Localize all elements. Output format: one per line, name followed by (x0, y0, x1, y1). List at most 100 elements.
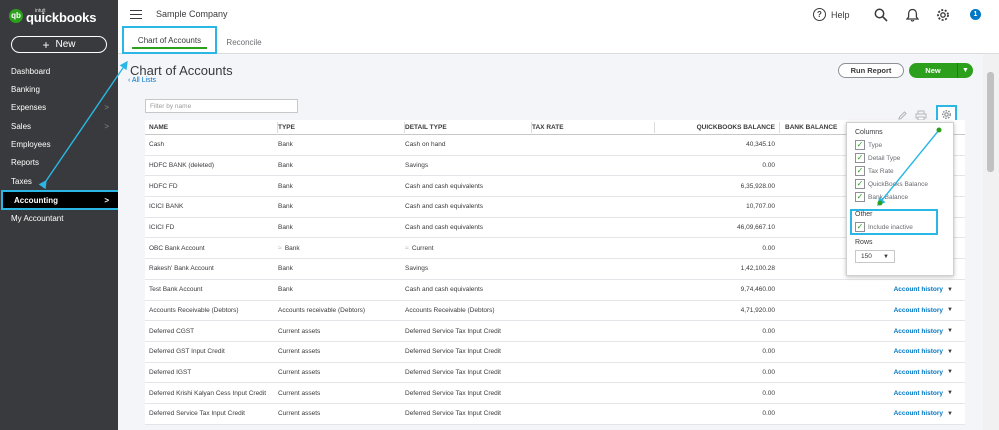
column-header[interactable]: BANK BALANCE (785, 120, 845, 134)
sidebar-item-employees[interactable]: Employees (0, 135, 118, 153)
sidebar-new-button[interactable]: + New (11, 36, 107, 53)
column-header[interactable]: TAX RATE (531, 120, 654, 134)
new-account-button[interactable]: New ▼ (909, 63, 973, 78)
account-history-link[interactable]: Account history ▼ (845, 404, 965, 424)
sidebar-item-reports[interactable]: Reports (0, 153, 118, 171)
column-option[interactable]: ✓ Type (855, 140, 882, 150)
top-bar: Sample Company ? Help 1 (118, 0, 999, 30)
tax-rate (531, 342, 654, 362)
sidebar-item-label: Dashboard (11, 66, 51, 76)
column-header[interactable]: TYPE (277, 120, 404, 134)
table-row[interactable]: Deferred GST Input Credit Current assets D… (145, 342, 965, 363)
brand-logo[interactable]: qb intuit quickbooks (9, 6, 96, 25)
account-history-link[interactable]: Account history ▼ (845, 321, 965, 341)
sidebar-item-my-accountant[interactable]: My Accountant (0, 209, 118, 227)
table-row[interactable]: Accounts Receivable (Debtors) Accounts re… (145, 301, 965, 322)
action-dropdown-icon[interactable]: ▼ (947, 287, 953, 293)
column-checkbox[interactable]: ✓ (855, 140, 865, 150)
tab-reconcile[interactable]: Reconcile (222, 30, 266, 54)
hamburger-menu-icon[interactable] (130, 10, 142, 19)
include-inactive-checkbox[interactable]: ✓ (855, 222, 865, 232)
column-checkbox[interactable]: ✓ (855, 192, 865, 202)
account-type: Bank (277, 259, 404, 279)
run-report-button[interactable]: Run Report (838, 63, 904, 78)
account-type: Current assets (277, 363, 404, 383)
quickbooks-balance: 0.00 (654, 321, 779, 341)
account-name-text: Deferred Krishi Kalyan Cess Input Credit (149, 389, 267, 397)
account-history-link[interactable]: Account history ▼ (845, 301, 965, 321)
quickbooks-balance: 0.00 (654, 238, 779, 258)
column-checkbox[interactable]: ✓ (855, 153, 865, 163)
detail-type-text: Cash and cash equivalents (405, 224, 484, 232)
column-header[interactable]: QUICKBOOKS BALANCE (654, 120, 779, 134)
table-row[interactable]: Deferred Krishi Kalyan Cess Input Credit… (145, 383, 965, 404)
account-name-text: Deferred CGST (149, 327, 195, 335)
table-row[interactable]: HDFC BANK (deleted) Bank Savings 0.00 (145, 156, 965, 177)
column-divider[interactable] (531, 122, 532, 133)
sidebar-item-dashboard[interactable]: Dashboard (0, 62, 118, 80)
column-option[interactable]: ✓ Tax Rate (855, 166, 894, 176)
chevron-down-icon[interactable]: ▼ (957, 63, 973, 78)
column-header[interactable]: DETAIL TYPE (404, 120, 531, 134)
column-option[interactable]: ✓ Bank Balance (855, 192, 908, 202)
sidebar-item-taxes[interactable]: Taxes (0, 172, 118, 190)
table-row[interactable]: OBC Bank Account ≈ Bank ≈ Current 0.00 (145, 238, 965, 260)
column-checkbox[interactable]: ✓ (855, 166, 865, 176)
detail-type-text: Savings (405, 162, 429, 170)
account-name: Deferred IGST (149, 363, 277, 383)
account-history-link[interactable]: Account history ▼ (845, 363, 965, 383)
quickbooks-balance: 6,35,928.00 (654, 176, 779, 196)
column-header[interactable]: NAME (149, 120, 277, 134)
action-dropdown-icon[interactable]: ▼ (947, 349, 953, 355)
action-dropdown-icon[interactable]: ▼ (947, 307, 953, 313)
gear-icon[interactable] (935, 7, 951, 23)
account-history-link[interactable]: Account history ▼ (845, 383, 965, 403)
quickbooks-balance-text: 0.00 (762, 368, 775, 376)
page-scrollbar[interactable] (983, 54, 999, 430)
table-row[interactable]: HDFC FD Bank Cash and cash equivalents 6,35… (145, 176, 965, 198)
action-dropdown-icon[interactable]: ▼ (947, 369, 953, 375)
sidebar-item-banking[interactable]: Banking (0, 80, 118, 98)
table-row[interactable]: Test Bank Account Bank Cash and cash equiv… (145, 280, 965, 301)
column-option[interactable]: ✓ QuickBooks Balance (855, 179, 928, 189)
action-dropdown-icon[interactable]: ▼ (947, 390, 953, 396)
column-divider[interactable] (277, 122, 278, 133)
detail-type: Cash on hand (404, 135, 531, 155)
column-divider[interactable] (404, 122, 405, 133)
sidebar-item-label: Reports (11, 157, 40, 167)
account-name: HDFC FD (149, 176, 277, 196)
table-row[interactable]: ICICI BANK Bank Cash and cash equivalents 1… (145, 197, 965, 218)
notification-badge[interactable]: 1 (970, 9, 981, 20)
quickbooks-balance-text: 46,09,667.10 (737, 224, 775, 232)
action-dropdown-icon[interactable]: ▼ (947, 328, 953, 334)
search-icon[interactable] (873, 7, 889, 23)
column-divider[interactable] (654, 122, 655, 133)
action-dropdown-icon[interactable]: ▼ (947, 411, 953, 417)
account-history-link[interactable]: Account history ▼ (845, 280, 965, 300)
bell-icon[interactable] (904, 7, 920, 23)
table-row[interactable]: ICICI FD Bank Cash and cash equivalents 46,… (145, 218, 965, 239)
table-row[interactable]: Cash Bank Cash on hand 40,345.10 (145, 135, 965, 156)
column-option-label: Type (868, 141, 883, 149)
rows-per-page-select[interactable]: 150 ▼ (855, 250, 895, 263)
account-history-link[interactable]: Account history ▼ (845, 342, 965, 362)
column-checkbox[interactable]: ✓ (855, 179, 865, 189)
table-row[interactable]: Deferred CGST Current assets Deferred Serv… (145, 321, 965, 342)
sidebar-item-sales[interactable]: Sales > (0, 117, 118, 135)
column-divider[interactable] (779, 122, 780, 133)
include-inactive-option[interactable]: ✓ Include inactive (855, 222, 913, 232)
tab-chart-of-accounts[interactable]: Chart of Accounts (122, 26, 217, 54)
all-lists-link[interactable]: ‹ All Lists (128, 77, 156, 84)
sidebar-item-expenses[interactable]: Expenses > (0, 98, 118, 116)
account-name-text: ICICI FD (149, 224, 175, 232)
sidebar-item-accounting[interactable]: Accounting > (1, 190, 123, 210)
table-row[interactable]: Rakesh' Bank Account Bank Savings 1,42,100.… (145, 259, 965, 280)
tax-rate (531, 301, 654, 321)
help-button[interactable]: ? Help (813, 8, 850, 21)
table-row[interactable]: Deferred Service Tax Input Credit Current… (145, 404, 965, 425)
filter-input[interactable]: Filter by name (145, 99, 298, 113)
scroll-thumb[interactable] (987, 72, 994, 172)
table-row[interactable]: Deferred IGST Current assets Deferred Serv… (145, 363, 965, 384)
column-option[interactable]: ✓ Detail Type (855, 153, 900, 163)
quickbooks-balance: 0.00 (654, 342, 779, 362)
